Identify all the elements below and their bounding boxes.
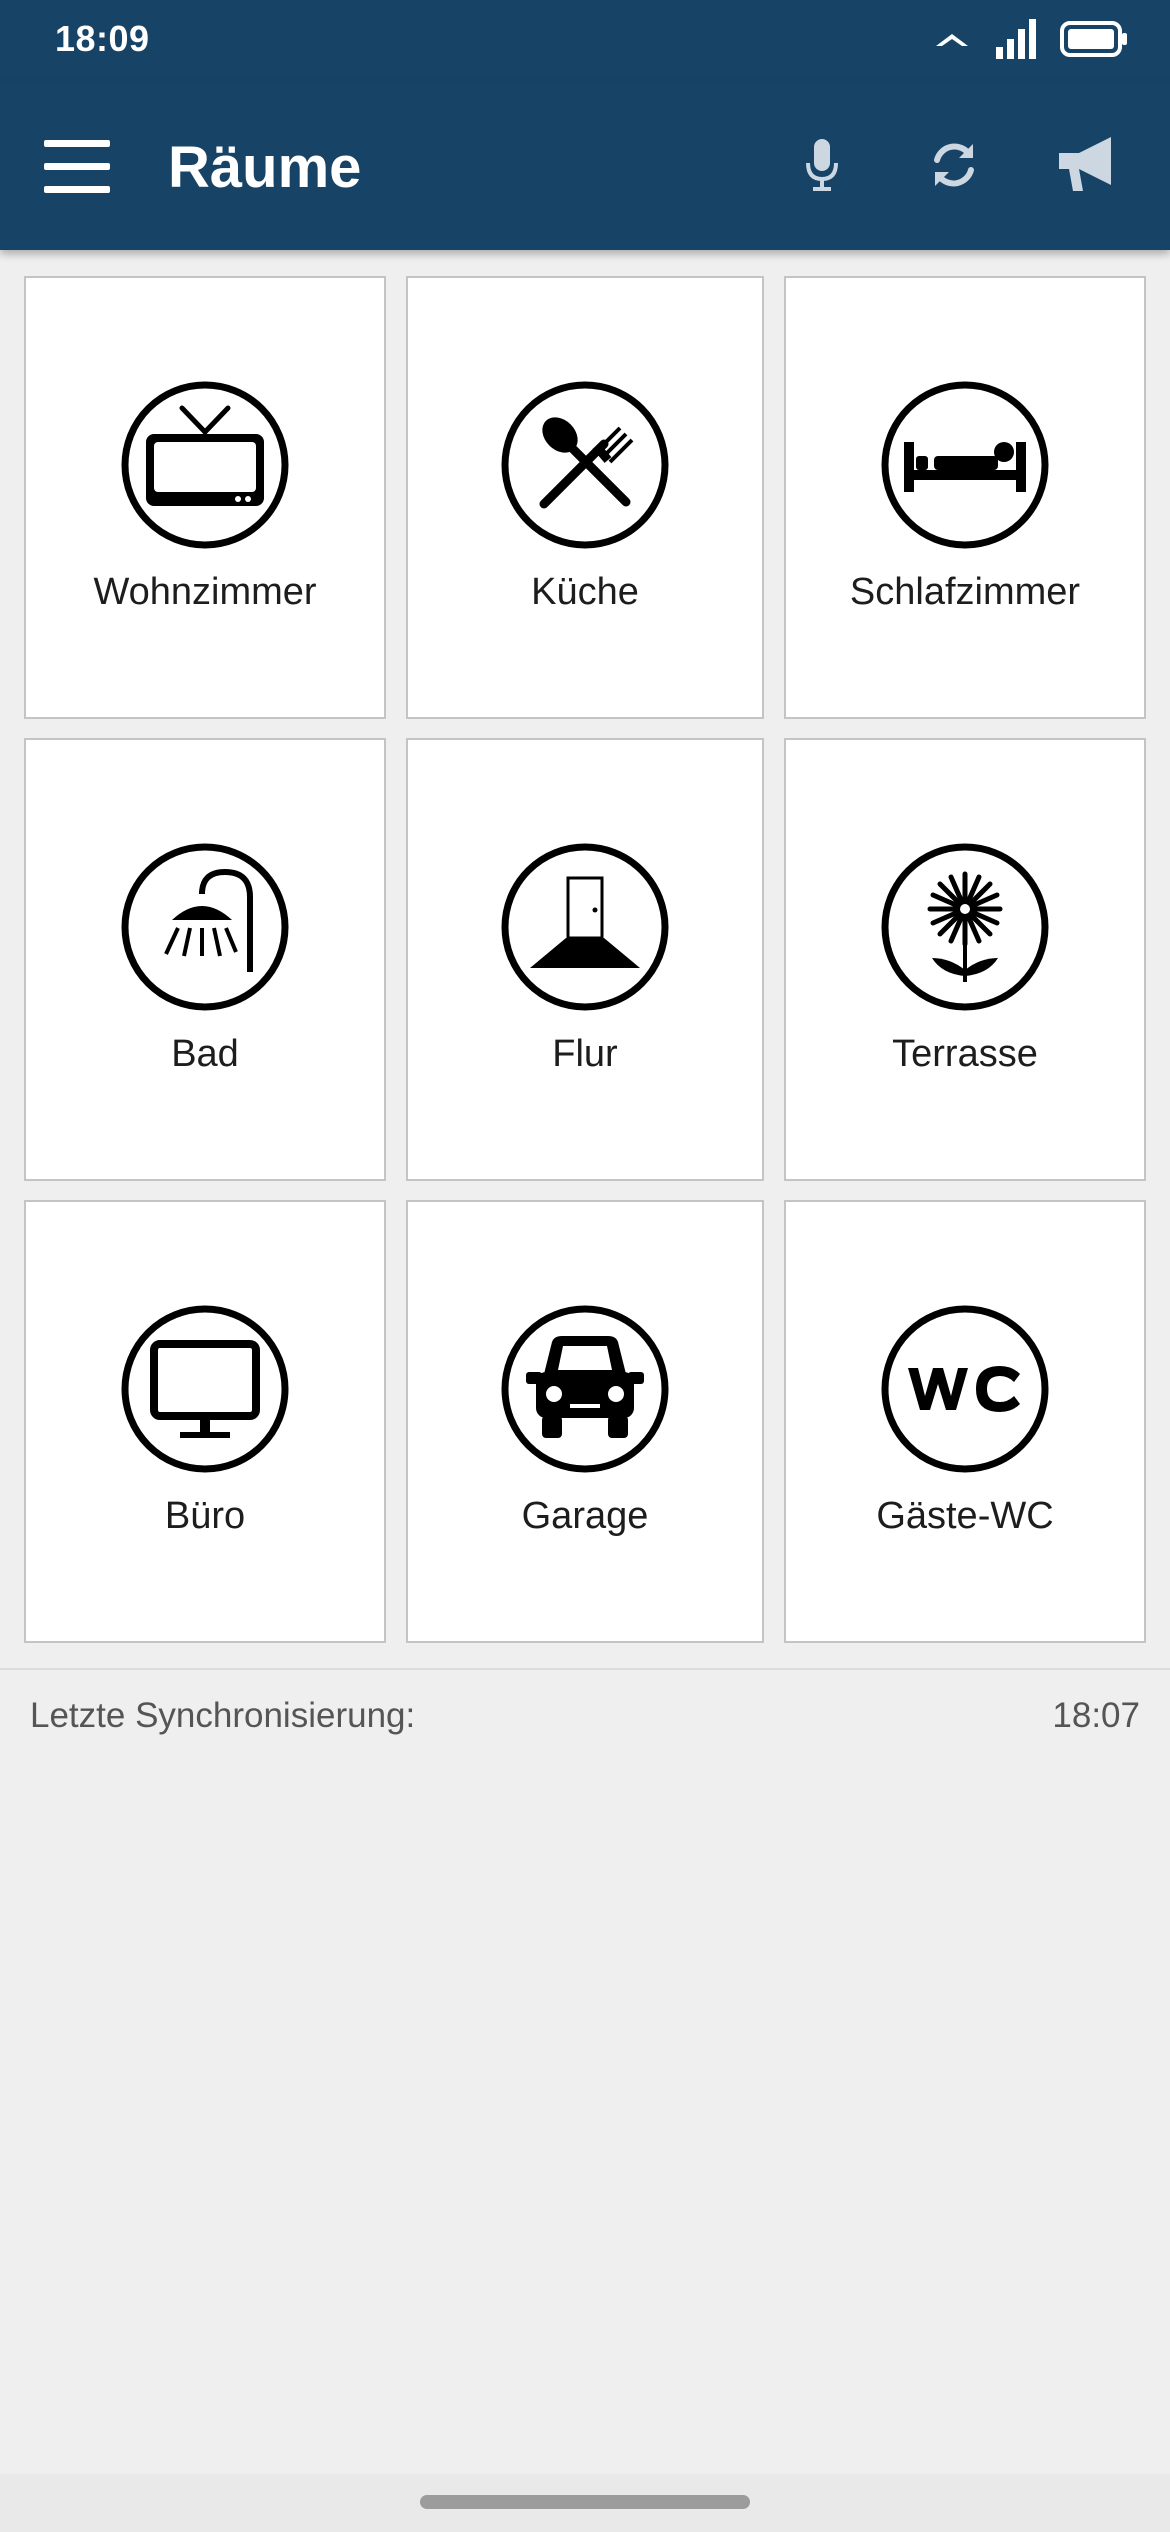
megaphone-button[interactable] — [1046, 127, 1126, 207]
monitor-icon — [120, 1304, 290, 1474]
tv-icon — [120, 380, 290, 550]
room-label: Wohnzimmer — [93, 571, 317, 613]
page-title: Räume — [168, 135, 362, 200]
home-indicator[interactable] — [420, 2495, 750, 2509]
refresh-icon — [927, 138, 981, 197]
room-tile-buero[interactable]: Büro — [24, 1200, 386, 1643]
microphone-button[interactable] — [782, 127, 862, 207]
room-label: Garage — [521, 1495, 649, 1537]
menu-button[interactable] — [44, 140, 112, 194]
room-tile-schlafzimmer[interactable]: Schlafzimmer — [784, 276, 1146, 719]
room-label: Küche — [531, 571, 639, 613]
cutlery-icon — [500, 380, 670, 550]
microphone-icon — [802, 135, 842, 200]
signal-icon — [994, 18, 1038, 64]
wc-icon — [880, 1304, 1050, 1474]
divider — [0, 1668, 1170, 1670]
room-tile-garage[interactable]: Garage — [406, 1200, 764, 1643]
room-tile-bad[interactable]: Bad — [24, 738, 386, 1181]
room-tile-terrasse[interactable]: Terrasse — [784, 738, 1146, 1181]
room-label: Schlafzimmer — [849, 571, 1081, 613]
flower-icon — [880, 842, 1050, 1012]
battery-icon — [1060, 20, 1128, 62]
sync-label: Letzte Synchronisierung: — [30, 1696, 416, 1735]
rooms-grid: Wohnzimmer Küche Schlafzimmer Bad Flur T… — [24, 276, 1146, 1643]
room-label: Flur — [552, 1033, 618, 1075]
room-tile-wohnzimmer[interactable]: Wohnzimmer — [24, 276, 386, 719]
car-icon — [500, 1304, 670, 1474]
shower-icon — [120, 842, 290, 1012]
room-label: Terrasse — [892, 1033, 1038, 1075]
room-label: Büro — [164, 1495, 246, 1537]
status-icons — [932, 18, 1128, 64]
megaphone-icon — [1055, 135, 1117, 200]
network-arrow-icon — [932, 24, 972, 59]
room-tile-kueche[interactable]: Küche — [406, 276, 764, 719]
sync-time: 18:07 — [1052, 1696, 1140, 1735]
room-tile-flur[interactable]: Flur — [406, 738, 764, 1181]
room-label: Bad — [171, 1033, 239, 1075]
refresh-button[interactable] — [914, 127, 994, 207]
status-bar: 18:09 — [0, 0, 1170, 82]
hallway-door-icon — [500, 842, 670, 1012]
room-label: Gäste-WC — [876, 1495, 1054, 1537]
status-time: 18:09 — [55, 18, 150, 59]
room-tile-gaeste-wc[interactable]: Gäste-WC — [784, 1200, 1146, 1643]
bed-icon — [880, 380, 1050, 550]
app-bar: Räume — [0, 82, 1170, 250]
